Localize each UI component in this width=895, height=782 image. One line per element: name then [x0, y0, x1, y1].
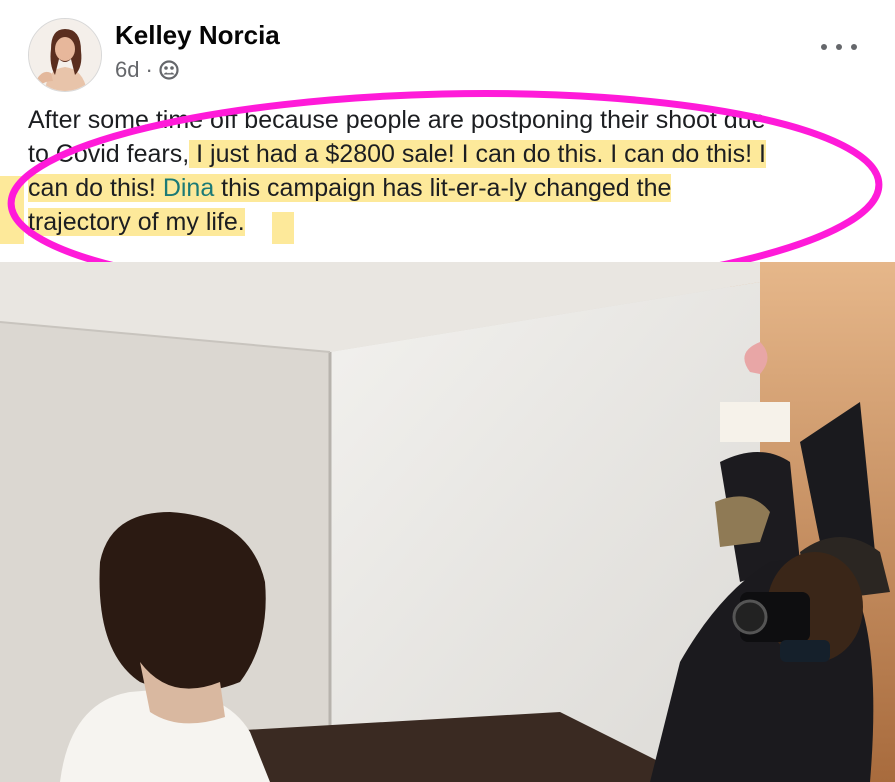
- mention-link[interactable]: Dina: [163, 174, 214, 202]
- post-meta: 6d ·: [115, 57, 179, 83]
- post-text-segment: to Covid fears,: [28, 140, 190, 168]
- more-options-button[interactable]: [821, 35, 857, 59]
- post-text-line: trajectory of my life.: [28, 205, 878, 239]
- highlighted-text: trajectory of my life.: [28, 208, 245, 236]
- post-timestamp[interactable]: 6d: [115, 57, 139, 83]
- meta-separator: ·: [145, 57, 153, 82]
- post-text: After some time off because people are p…: [28, 103, 878, 239]
- post-text-segment: After some time off because people are p…: [28, 106, 766, 134]
- author-avatar[interactable]: [28, 18, 102, 92]
- friends-icon[interactable]: [159, 60, 179, 80]
- highlighted-text: this campaign has lit-er-a-ly changed th…: [214, 174, 672, 202]
- photo-scene: [0, 262, 895, 782]
- more-dot: [851, 44, 857, 50]
- highlighted-text: can do this!: [28, 174, 163, 202]
- author-name[interactable]: Kelley Norcia: [115, 20, 280, 51]
- highlighted-text: I just had a $2800 sale! I can do this. …: [189, 140, 766, 168]
- more-dot: [836, 44, 842, 50]
- post-text-line: can do this! Dina this campaign has lit-…: [28, 171, 878, 205]
- post-header: Kelley Norcia 6d ·: [0, 0, 895, 95]
- more-horizontal-icon: [821, 44, 827, 50]
- highlight-margin: [0, 176, 24, 244]
- avatar-portrait: [29, 19, 101, 91]
- post-text-line: After some time off because people are p…: [28, 103, 878, 137]
- post-text-line: to Covid fears, I just had a $2800 sale!…: [28, 137, 878, 171]
- post-photo[interactable]: [0, 262, 895, 782]
